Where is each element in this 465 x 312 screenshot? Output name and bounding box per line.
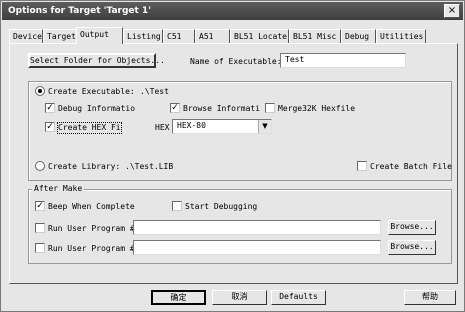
create-executable-label: Create Executable: — [48, 87, 135, 96]
beep-label: Beep When Complete — [48, 202, 135, 211]
debug-info-checkbox[interactable]: ✓ — [45, 103, 55, 113]
tab-label: BL51 Locate — [234, 32, 287, 41]
beep-checkbox[interactable]: ✓ — [35, 201, 45, 211]
create-library-radio[interactable] — [35, 161, 45, 171]
merge32k-checkbox[interactable] — [265, 103, 275, 113]
browse-info-checkbox[interactable]: ✓ — [170, 103, 180, 113]
tab-bl51-locate[interactable]: BL51 Locate — [230, 29, 289, 43]
chevron-down-icon[interactable]: ▼ — [258, 120, 271, 133]
name-of-executable-label: Name of Executable: — [190, 57, 282, 66]
create-batch-label: Create Batch File — [370, 162, 452, 171]
create-hex-label: Create HEX Fi — [57, 122, 122, 134]
defaults-button[interactable]: Defaults — [271, 290, 326, 305]
tab-label: Utilities — [380, 32, 424, 41]
options-dialog: Options for Target 'Target 1' × Device T… — [0, 0, 465, 312]
hex-format-label: HEX — [155, 123, 170, 132]
select-folder-button[interactable]: Select Folder for Objects... — [28, 53, 165, 68]
tab-bl51-misc[interactable]: BL51 Misc — [289, 29, 341, 43]
tab-listing[interactable]: Listing — [123, 29, 163, 43]
run-program-1-checkbox[interactable] — [35, 223, 45, 233]
browse-program-2-button[interactable]: Browse... — [388, 240, 436, 255]
tab-label: Listing — [127, 32, 161, 41]
tab-label: Device — [13, 32, 42, 41]
tab-output[interactable]: Output — [76, 27, 123, 44]
run-program-1-input[interactable] — [133, 220, 381, 235]
hex-format-value: HEX-80 — [177, 121, 206, 130]
create-executable-path: .\Test — [140, 87, 169, 96]
close-button[interactable]: × — [444, 4, 460, 18]
run-program-1-label: Run User Program #1 — [48, 224, 140, 233]
cancel-button[interactable]: 取消 — [212, 290, 267, 305]
title-bar[interactable]: Options for Target 'Target 1' × — [2, 2, 463, 20]
tab-target[interactable]: Target — [43, 29, 77, 43]
ok-button[interactable]: 确定 — [151, 290, 206, 305]
browse-info-label: Browse Informati — [183, 104, 261, 113]
tab-label: C51 — [167, 32, 182, 41]
create-library-label: Create Library: — [48, 162, 121, 171]
tab-utilities[interactable]: Utilities — [376, 29, 426, 43]
tab-label: A51 — [199, 32, 214, 41]
tab-c51[interactable]: C51 — [163, 29, 195, 43]
tab-label: BL51 Misc — [293, 32, 337, 41]
run-program-2-input[interactable] — [133, 240, 381, 255]
create-executable-radio[interactable] — [35, 86, 45, 96]
run-program-2-checkbox[interactable] — [35, 243, 45, 253]
browse-program-1-button[interactable]: Browse... — [388, 220, 436, 235]
tab-label: Target — [47, 32, 76, 41]
tab-debug[interactable]: Debug — [341, 29, 376, 43]
create-batch-checkbox[interactable] — [357, 161, 367, 171]
merge32k-label: Merge32K Hexfile — [278, 104, 356, 113]
tab-device[interactable]: Device — [9, 29, 43, 43]
after-make-caption: After Make — [32, 184, 85, 194]
tab-label: Output — [80, 30, 109, 39]
hex-format-select[interactable]: HEX-80 ▼ — [172, 119, 272, 134]
create-hex-checkbox[interactable]: ✓ — [45, 122, 55, 132]
start-debugging-label: Start Debugging — [185, 202, 258, 211]
executable-name-input[interactable]: Test — [280, 53, 406, 68]
window-title: Options for Target 'Target 1' — [8, 6, 151, 16]
start-debugging-checkbox[interactable] — [172, 201, 182, 211]
tab-a51[interactable]: A51 — [195, 29, 230, 43]
output-panel: Select Folder for Objects... Name of Exe… — [9, 43, 458, 284]
tab-label: Debug — [345, 32, 370, 41]
help-button[interactable]: 帮助 — [404, 290, 456, 305]
create-library-path: .\Test.LIB — [125, 162, 174, 171]
run-program-2-label: Run User Program #2 — [48, 244, 140, 253]
debug-info-label: Debug Informatio — [58, 104, 136, 113]
